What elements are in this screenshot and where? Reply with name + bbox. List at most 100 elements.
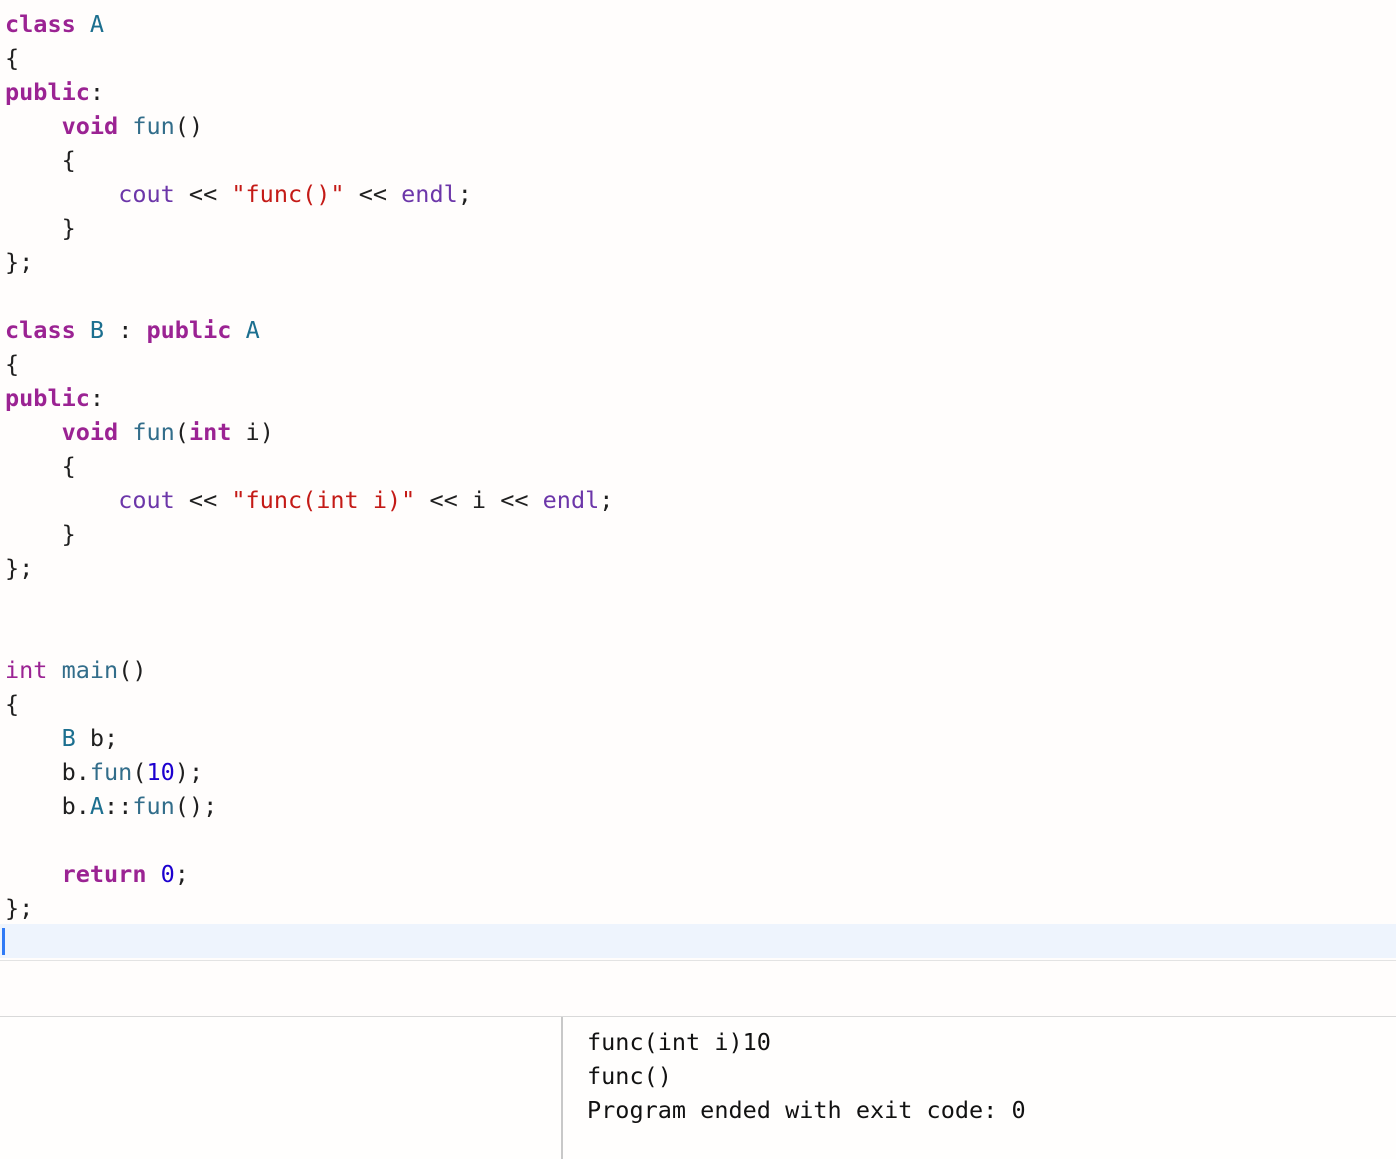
code-token: : [89,384,105,412]
code-token: A [245,316,260,344]
code-token: endl [401,180,458,208]
code-line[interactable]: int main() [5,653,147,687]
code-line[interactable]: class B : public A [5,313,260,347]
code-line[interactable]: }; [5,891,33,925]
code-line[interactable]: return 0; [5,857,189,891]
code-line[interactable]: cout << "func()" << endl; [5,177,472,211]
code-line[interactable]: B b; [5,721,119,755]
editor-divider [0,960,1396,961]
code-token: 10 [146,758,175,786]
code-token: int [5,656,48,684]
code-token: } [5,214,76,242]
code-line[interactable]: cout << "func(int i)" << i << endl; [5,483,613,517]
code-token: int [188,418,232,446]
code-token: << [344,180,402,208]
code-token: ( [132,758,147,786]
code-token: }; [5,248,34,276]
code-token: ; [599,486,614,514]
code-token: B [89,316,105,344]
code-token: endl [542,486,600,514]
code-token: fun [132,792,175,820]
code-editor[interactable]: class A{public: void fun() { cout << "fu… [0,0,1396,960]
code-token: B [61,724,76,752]
code-token: fun [132,418,175,446]
text-caret [2,928,5,955]
code-token: i) [231,418,274,446]
code-token: { [5,690,20,718]
code-line[interactable]: public: [5,381,104,415]
code-line[interactable]: b.fun(10); [5,755,204,789]
code-token: fun [89,758,133,786]
code-token: cout [118,180,175,208]
code-token: void [61,112,119,140]
code-line[interactable]: { [5,687,19,721]
code-token: { [5,44,20,72]
code-token: : [104,316,147,344]
code-token: { [5,452,76,480]
code-token: class [5,10,76,38]
code-token: : [89,78,105,106]
code-line[interactable]: b.A::fun(); [5,789,218,823]
code-line[interactable]: public: [5,75,104,109]
code-token: { [5,146,76,174]
code-token: cout [118,486,175,514]
code-token: public [5,384,90,412]
variables-pane[interactable] [0,1017,561,1159]
code-token: << [174,486,232,514]
code-line[interactable]: { [5,41,19,75]
code-token: { [5,350,20,378]
code-line[interactable]: }; [5,245,33,279]
console-split-handle[interactable] [561,1017,563,1159]
code-line[interactable]: void fun(int i) [5,415,274,449]
code-line[interactable]: }; [5,551,33,585]
debug-console: func(int i)10 func() Program ended with … [0,1016,1396,1159]
code-token: return [61,860,147,888]
code-token: main [61,656,119,684]
code-line[interactable]: { [5,143,76,177]
code-token: class [5,316,76,344]
code-token: } [5,520,76,548]
console-output-line: func() [587,1062,672,1090]
code-line[interactable]: } [5,211,76,245]
code-line[interactable]: } [5,517,76,551]
code-token: 0 [160,860,175,888]
console-output-line: Program ended with exit code: 0 [587,1096,1026,1124]
code-token: "func()" [231,180,345,208]
code-token: A [89,10,105,38]
code-token: b. [5,758,90,786]
code-line[interactable]: { [5,347,19,381]
code-token: ; [174,860,189,888]
code-line[interactable]: void fun() [5,109,204,143]
code-token: b; [75,724,119,752]
code-token: << [174,180,232,208]
code-token: }; [5,554,34,582]
code-token: b. [5,792,90,820]
code-token: fun [132,112,175,140]
code-token: A [89,792,105,820]
code-token: ; [457,180,472,208]
code-token: ( [174,418,189,446]
code-token: public [146,316,232,344]
code-token: ); [174,758,204,786]
code-token: :: [104,792,133,820]
code-line[interactable]: { [5,449,76,483]
code-token: (); [174,792,218,820]
code-token: << i << [415,486,543,514]
code-line[interactable]: class A [5,7,104,41]
code-token: () [174,112,204,140]
current-line-highlight [0,924,1396,958]
console-output-line: func(int i)10 [587,1028,771,1056]
